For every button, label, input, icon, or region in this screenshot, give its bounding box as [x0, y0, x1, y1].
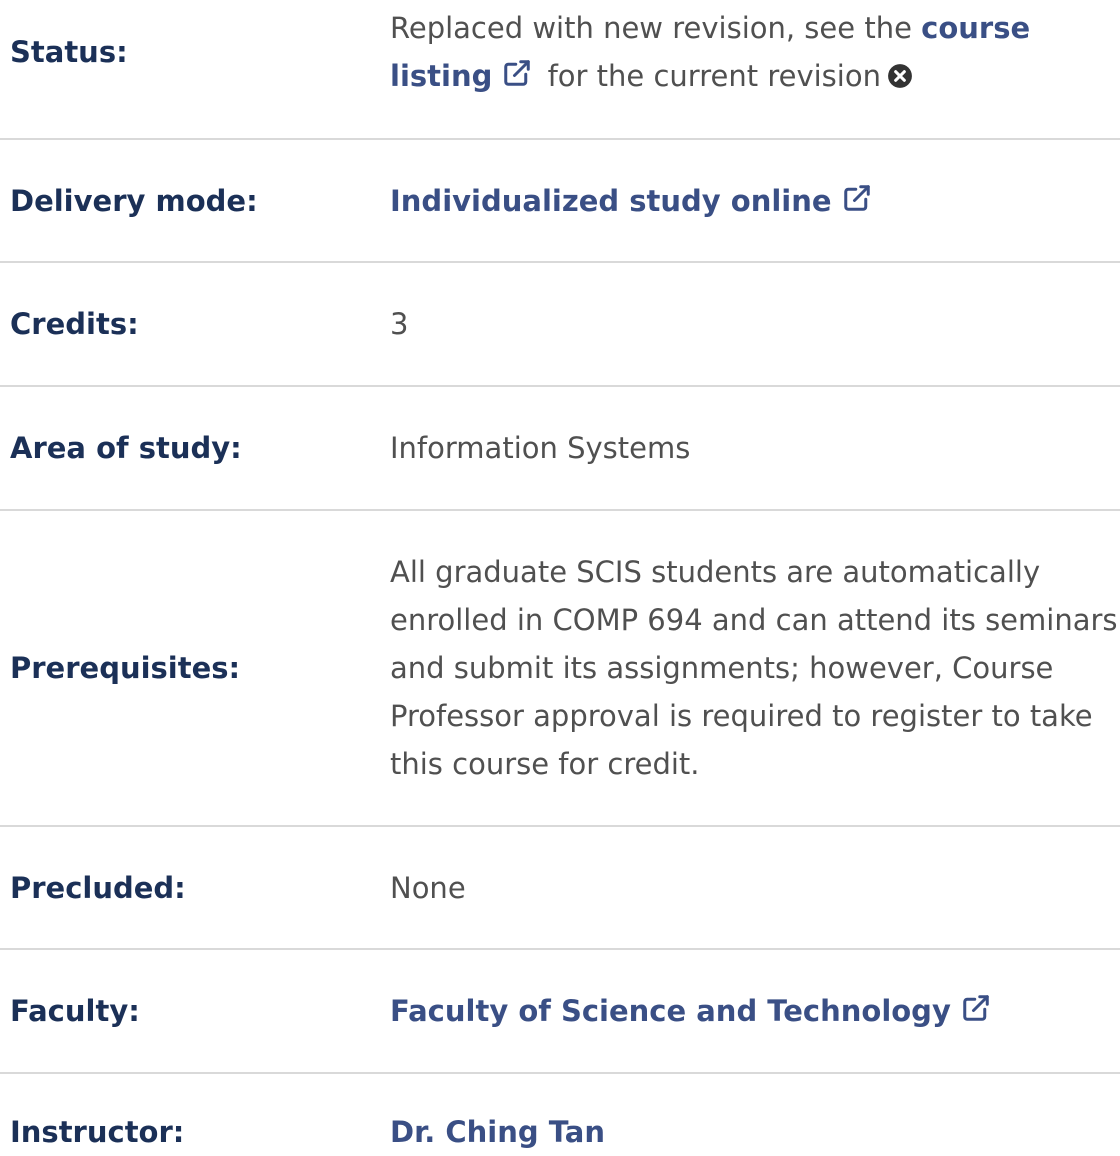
instructor-row: Instructor: Dr. Ching Tan: [0, 1074, 1120, 1154]
instructor-label: Instructor:: [10, 1115, 185, 1149]
faculty-label: Faculty:: [10, 994, 140, 1028]
precluded-label: Precluded:: [10, 870, 186, 905]
delivery-mode-value: Individualized study online: [390, 177, 1120, 225]
prerequisites-label: Prerequisites:: [10, 651, 241, 685]
delivery-mode-row: Delivery mode: Individualized study onli…: [0, 140, 1120, 263]
delivery-mode-label: Delivery mode:: [10, 183, 258, 218]
status-text-after: for the current revision: [538, 59, 881, 93]
external-link-icon: [504, 60, 531, 86]
faculty-row: Faculty: Faculty of Science and Technolo…: [0, 950, 1120, 1074]
area-of-study-row: Area of study: Information Systems: [0, 387, 1120, 511]
status-text-before: Replaced with new revision, see the: [390, 11, 922, 45]
delivery-mode-link-text: Individualized study online: [390, 183, 832, 218]
precluded-value: None: [390, 870, 466, 905]
credits-row: Credits: 3: [0, 263, 1120, 387]
faculty-link[interactable]: Faculty of Science and Technology: [390, 994, 997, 1028]
instructor-value: Dr. Ching Tan: [390, 1108, 1120, 1156]
status-value: Replaced with new revision, see the cour…: [390, 4, 1120, 100]
faculty-value: Faculty of Science and Technology: [390, 987, 1120, 1035]
delivery-mode-link[interactable]: Individualized study online: [390, 184, 878, 218]
course-info-table: Status: Replaced with new revision, see …: [0, 0, 1120, 1154]
prerequisites-row: Prerequisites: All graduate SCIS student…: [0, 511, 1120, 827]
credits-value: 3: [390, 307, 409, 341]
external-link-icon: [963, 995, 989, 1021]
area-of-study-label: Area of study:: [10, 431, 242, 465]
faculty-link-text: Faculty of Science and Technology: [390, 994, 951, 1028]
instructor-link[interactable]: Dr. Ching Tan: [390, 1115, 605, 1149]
close-circle-icon[interactable]: [887, 63, 913, 89]
status-label: Status:: [10, 35, 128, 69]
prerequisites-value: All graduate SCIS students are automatic…: [390, 555, 1118, 781]
status-row: Status: Replaced with new revision, see …: [0, 0, 1120, 140]
external-link-icon: [843, 184, 870, 211]
area-of-study-value: Information Systems: [390, 431, 691, 465]
credits-label: Credits:: [10, 307, 139, 341]
precluded-row: Precluded: None: [0, 827, 1120, 950]
